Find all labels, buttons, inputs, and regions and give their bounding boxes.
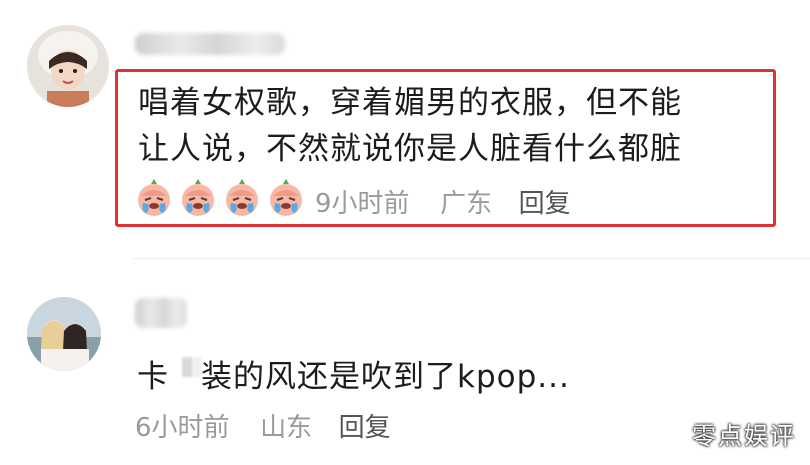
avatar-image: [27, 25, 109, 107]
watermark: 零点娱评: [692, 422, 796, 450]
crying-emoji-icon: [182, 179, 214, 216]
avatar[interactable]: [27, 297, 101, 371]
emoji-row: [133, 176, 307, 218]
comment-location: 广东: [440, 189, 493, 219]
avatar-image: [27, 297, 101, 371]
reply-button[interactable]: 回复: [339, 413, 391, 443]
username-redacted[interactable]: [135, 33, 285, 55]
crying-emoji-icon: [270, 179, 302, 216]
username-redacted[interactable]: [135, 298, 187, 328]
redacted-character: [182, 357, 202, 377]
crying-emoji-icon: [226, 179, 258, 216]
crying-emoji-icon: [138, 179, 170, 216]
comment-text-line-1: 唱着女权歌，穿着媚男的衣服，但不能: [138, 85, 682, 121]
comment-location: 山东: [260, 413, 313, 443]
comment-time: 6小时前: [135, 413, 230, 443]
avatar[interactable]: [27, 25, 109, 107]
comment-meta: 6小时前 山东 回复: [135, 407, 391, 444]
comment-text-line-2: 让人说，不然就说你是人脏看什么都脏: [138, 131, 682, 167]
comment-time: 9小时前: [315, 189, 410, 219]
reply-button[interactable]: 回复: [519, 189, 571, 219]
divider: [133, 258, 810, 259]
comment-meta: 9小时前 广东 回复: [315, 183, 571, 220]
